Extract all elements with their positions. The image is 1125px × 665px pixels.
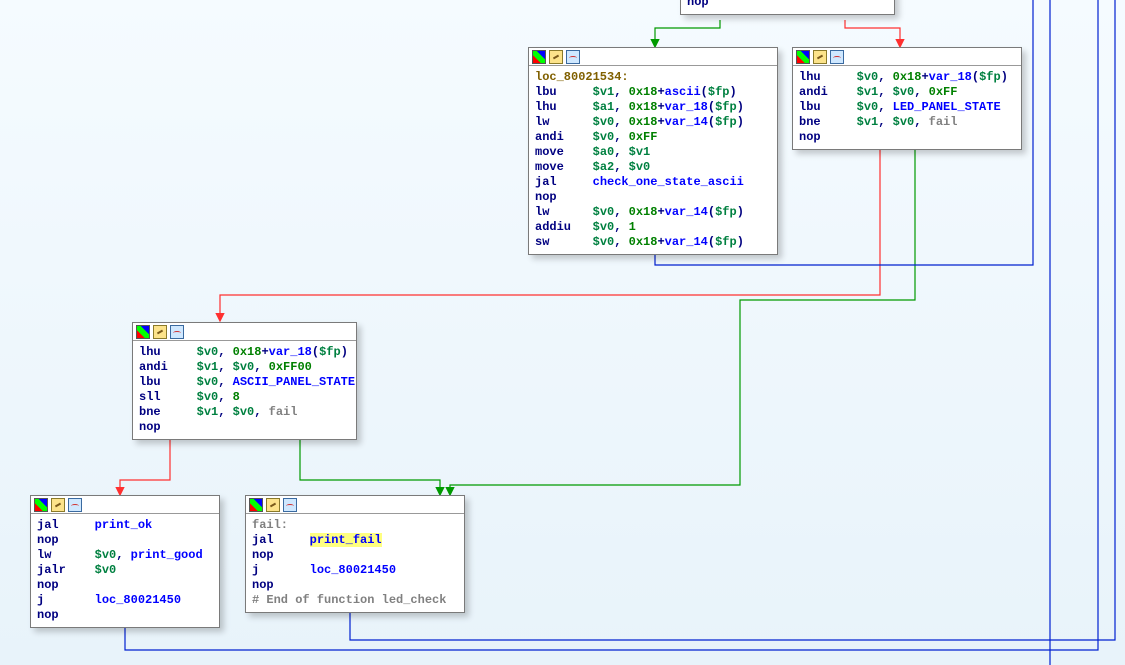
edit-icon[interactable]	[266, 498, 280, 512]
block-content: nop	[681, 0, 894, 14]
graph-icon[interactable]	[68, 498, 82, 512]
edit-icon[interactable]	[51, 498, 65, 512]
graph-icon[interactable]	[566, 50, 580, 64]
block-titlebar	[31, 496, 219, 514]
block-ascii-panel-check[interactable]: lhu $v0, 0x18+var_18($fp)andi $v1, $v0, …	[132, 322, 357, 440]
graph-icon[interactable]	[283, 498, 297, 512]
block-content: loc_80021534:lbu $v1, 0x18+ascii($fp)lhu…	[529, 66, 777, 254]
block-fail[interactable]: fail:jal print_failnopj loc_80021450nop#…	[245, 495, 465, 613]
block-top-nop[interactable]: nop	[680, 0, 895, 15]
block-led-panel-check[interactable]: lhu $v0, 0x18+var_18($fp)andi $v1, $v0, …	[792, 47, 1022, 150]
graph-icon[interactable]	[170, 325, 184, 339]
edit-icon[interactable]	[549, 50, 563, 64]
edit-icon[interactable]	[153, 325, 167, 339]
block-content: fail:jal print_failnopj loc_80021450nop#…	[246, 514, 464, 612]
block-print-ok[interactable]: jal print_oknoplw $v0, print_goodjalr $v…	[30, 495, 220, 628]
block-content: lhu $v0, 0x18+var_18($fp)andi $v1, $v0, …	[133, 341, 356, 439]
block-titlebar	[246, 496, 464, 514]
block-titlebar	[133, 323, 356, 341]
color-mode-icon[interactable]	[532, 50, 546, 64]
graph-icon[interactable]	[830, 50, 844, 64]
block-loc-80021534[interactable]: loc_80021534:lbu $v1, 0x18+ascii($fp)lhu…	[528, 47, 778, 255]
color-mode-icon[interactable]	[34, 498, 48, 512]
block-content: jal print_oknoplw $v0, print_goodjalr $v…	[31, 514, 219, 627]
block-content: lhu $v0, 0x18+var_18($fp)andi $v1, $v0, …	[793, 66, 1021, 149]
edit-icon[interactable]	[813, 50, 827, 64]
color-mode-icon[interactable]	[796, 50, 810, 64]
color-mode-icon[interactable]	[249, 498, 263, 512]
color-mode-icon[interactable]	[136, 325, 150, 339]
block-titlebar	[793, 48, 1021, 66]
block-titlebar	[529, 48, 777, 66]
